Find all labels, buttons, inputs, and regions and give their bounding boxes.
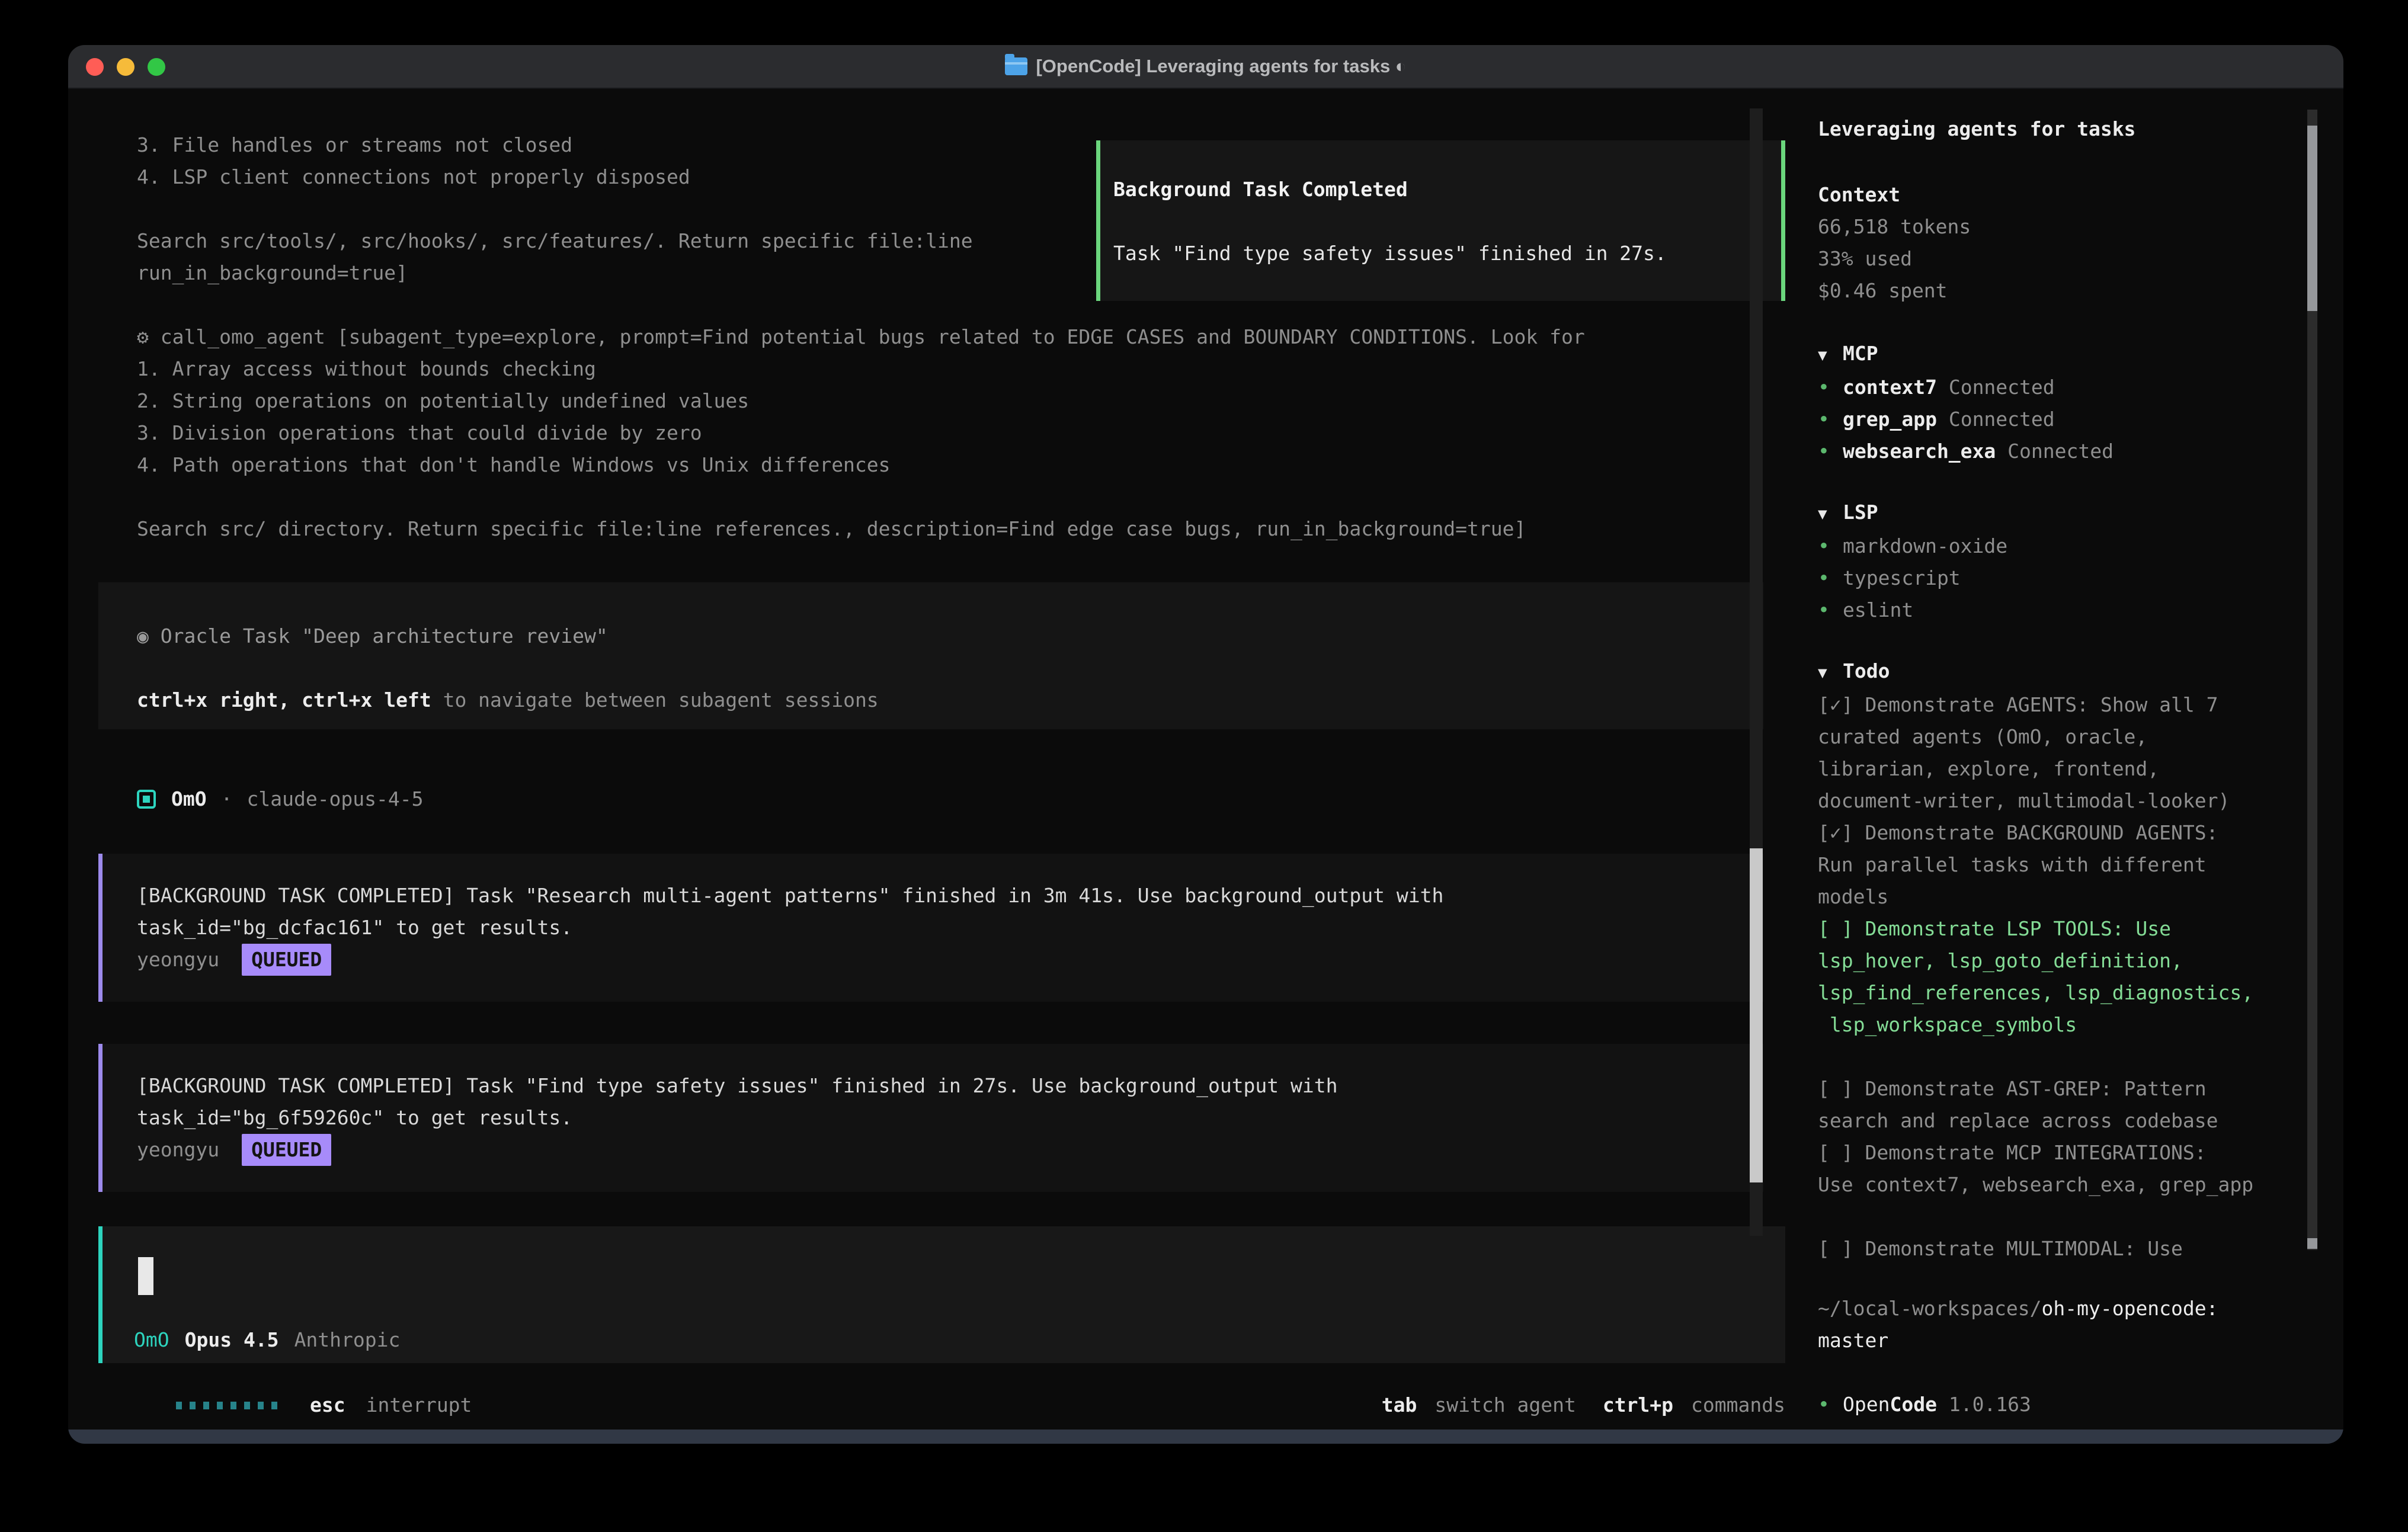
message-user: yeongyu <box>137 1134 219 1166</box>
session-title: Leveraging agents for tasks <box>1818 113 2286 145</box>
app-version: OpenCode 1.0.163 <box>1818 1389 2286 1421</box>
workspace-path: ~/local-workspaces/oh-my-opencode: maste… <box>1818 1293 2286 1357</box>
background-task-toast[interactable]: Background Task Completed Task "Find typ… <box>1096 140 1785 301</box>
status-badge: QUEUED <box>242 944 331 976</box>
todo-item-done: [✓] Demonstrate BACKGROUND AGENTS: Run p… <box>1818 817 2286 913</box>
title-bar: [OpenCode] Leveraging agents for tasks ◐ <box>68 45 2343 89</box>
main-scrollbar-thumb[interactable] <box>1750 848 1763 1182</box>
input-provider-name: Anthropic <box>294 1324 401 1356</box>
model-selector-line[interactable]: OmO Opus 4.5 Anthropic <box>134 1324 400 1356</box>
message-meta: yeongyu QUEUED <box>137 1134 1763 1166</box>
status-bar: esc interrupt tab switch agent ctrl+p co… <box>137 1389 1785 1421</box>
window-title: [OpenCode] Leveraging agents for tasks ◐ <box>1005 56 1406 77</box>
context-section: Context 66,518 tokens 33% used $0.46 spe… <box>1818 179 2286 307</box>
message-body: [BACKGROUND TASK COMPLETED] Task "Find t… <box>137 1070 1763 1134</box>
subagent-navigation-hint: ctrl+x right, ctrl+x left to navigate be… <box>137 684 1763 716</box>
context-heading: Context <box>1818 179 2286 211</box>
mcp-section-header[interactable]: ▼MCP <box>1818 338 2286 371</box>
lsp-item: typescript <box>1818 562 2286 594</box>
toast-body: Task "Find type safety issues" finished … <box>1113 238 1769 270</box>
todo-item-pending: [ ] Demonstrate AST-GREP: Pattern search… <box>1818 1073 2286 1137</box>
todo-item-pending: [ ] Demonstrate MCP INTEGRATIONS: Use co… <box>1818 1137 2286 1201</box>
status-badge: QUEUED <box>242 1134 331 1166</box>
oracle-task-box: ◉ Oracle Task "Deep architecture review"… <box>98 582 1763 729</box>
folder-icon <box>1005 57 1027 75</box>
status-bar-right: tab switch agent ctrl+p commands <box>1382 1389 1785 1421</box>
minimize-window-button[interactable] <box>117 58 135 76</box>
todo-item-done: [✓] Demonstrate AGENTS: Show all 7 curat… <box>1818 689 2286 817</box>
maximize-window-button[interactable] <box>148 58 165 76</box>
toast-title: Background Task Completed <box>1113 174 1769 206</box>
workspace-branch: master <box>1818 1325 2286 1357</box>
agent-icon <box>137 790 156 809</box>
context-tokens: 66,518 tokens <box>1818 211 2286 243</box>
agent-separator: · <box>221 783 233 815</box>
message-user: yeongyu <box>137 944 219 976</box>
working-indicator-dots <box>176 1402 277 1409</box>
context-used: 33% used <box>1818 243 2286 275</box>
text-cursor <box>138 1257 153 1295</box>
agent-name: OmO <box>171 783 207 815</box>
main-scrollbar[interactable] <box>1750 108 1763 1236</box>
input-model-name: Opus 4.5 <box>185 1324 279 1356</box>
agent-session-line: OmO · claude-opus-4-5 <box>137 783 424 815</box>
workspace-path-prefix: ~/local-workspaces/ <box>1818 1297 2042 1320</box>
close-window-button[interactable] <box>86 58 104 76</box>
lsp-item: eslint <box>1818 594 2286 626</box>
chevron-down-icon: ▼ <box>1818 657 1843 689</box>
ctrlp-key-hint: ctrl+p <box>1603 1389 1673 1421</box>
sidebar-scrollbar[interactable] <box>2307 110 2317 1250</box>
mcp-item: websearch_exa Connected <box>1818 435 2286 467</box>
opencode-window: [OpenCode] Leveraging agents for tasks ◐… <box>68 45 2343 1444</box>
mcp-item: context7 Connected <box>1818 371 2286 403</box>
lsp-item: markdown-oxide <box>1818 530 2286 562</box>
input-agent-name: OmO <box>134 1324 169 1356</box>
ctrlp-key-label: commands <box>1691 1389 1785 1421</box>
shortcut-keys: ctrl+x right, ctrl+x left <box>137 688 431 711</box>
mcp-item: grep_app Connected <box>1818 403 2286 435</box>
background-task-message: [BACKGROUND TASK COMPLETED] Task "Find t… <box>98 1044 1763 1192</box>
todo-section: ▼Todo [✓] Demonstrate AGENTS: Show all 7… <box>1818 655 2286 1265</box>
context-spent: $0.46 spent <box>1818 275 2286 307</box>
sidebar-scrollbar-endcap <box>2307 1238 2317 1249</box>
todo-item-pending: [ ] Demonstrate MULTIMODAL: Use <box>1818 1233 2286 1265</box>
esc-key-hint: esc <box>310 1389 345 1421</box>
todo-item-active: [ ] Demonstrate LSP TOOLS: Use lsp_hover… <box>1818 913 2286 1041</box>
message-meta: yeongyu QUEUED <box>137 944 1763 976</box>
window-footer-strip <box>68 1430 2343 1444</box>
todo-section-header[interactable]: ▼Todo <box>1818 655 2286 689</box>
window-title-text: [OpenCode] Leveraging agents for tasks ◐ <box>1036 56 1406 77</box>
sidebar-scrollbar-thumb[interactable] <box>2307 126 2317 311</box>
tab-key-label: switch agent <box>1434 1389 1576 1421</box>
lsp-section: ▼LSP markdown-oxide typescript eslint <box>1818 496 2286 626</box>
prompt-input[interactable]: OmO Opus 4.5 Anthropic <box>98 1226 1785 1363</box>
shortcut-description: to navigate between subagent sessions <box>431 688 879 711</box>
mcp-section: ▼MCP context7 Connected grep_app Connect… <box>1818 338 2286 467</box>
message-body: [BACKGROUND TASK COMPLETED] Task "Resear… <box>137 880 1763 944</box>
chevron-down-icon: ▼ <box>1818 498 1843 530</box>
background-task-message: [BACKGROUND TASK COMPLETED] Task "Resear… <box>98 854 1763 1002</box>
tab-key-hint: tab <box>1382 1389 1417 1421</box>
app-version-number: 1.0.163 <box>1949 1393 2031 1416</box>
chevron-down-icon: ▼ <box>1818 339 1843 371</box>
lsp-section-header[interactable]: ▼LSP <box>1818 496 2286 530</box>
agent-model: claude-opus-4-5 <box>246 783 423 815</box>
app-name: OpenCode <box>1843 1393 1937 1416</box>
workspace-path-name: oh-my-opencode: <box>2042 1297 2218 1320</box>
esc-key-label: interrupt <box>366 1389 472 1421</box>
oracle-task-line: ◉ Oracle Task "Deep architecture review" <box>137 620 1763 652</box>
